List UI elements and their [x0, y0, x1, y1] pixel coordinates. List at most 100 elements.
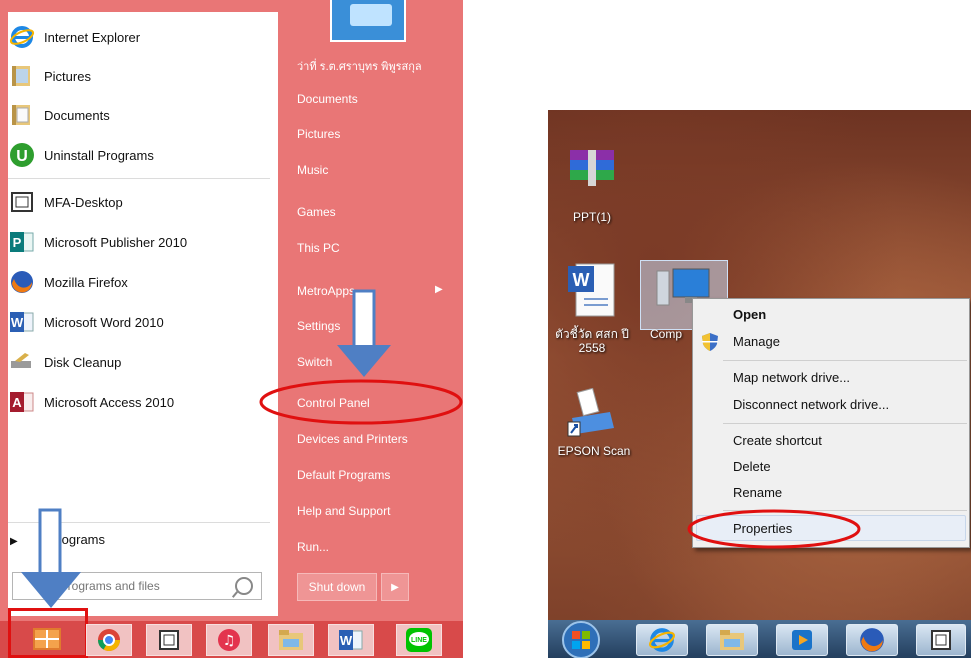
start-button[interactable]	[8, 608, 88, 658]
epson-scan-icon	[567, 387, 614, 437]
windows-orb-icon	[562, 621, 600, 659]
desktop-icon-label: EPSON Scan	[557, 444, 631, 458]
search-icon[interactable]	[235, 577, 253, 595]
start-item-label: Microsoft Access 2010	[44, 394, 175, 410]
expand-arrow-icon: ▶	[10, 536, 18, 547]
menu-item-rename[interactable]: Rename	[733, 485, 782, 500]
taskbar-mfa-desktop[interactable]	[916, 624, 966, 656]
windows-logo-icon	[33, 628, 61, 650]
taskbar-itunes[interactable]: ♫	[206, 624, 252, 656]
start-item-label: Mozilla Firefox	[44, 274, 128, 290]
svg-text:U: U	[16, 148, 28, 165]
shutdown-control: Shut down ▶	[297, 573, 409, 601]
mfa-desktop-icon	[159, 630, 179, 650]
right-item-default-programs[interactable]: Default Programs	[297, 468, 390, 482]
desktop-icon-ppt[interactable]	[564, 148, 620, 197]
start-item-label: MFA-Desktop	[44, 194, 123, 210]
user-picture[interactable]	[330, 0, 406, 42]
taskbar-file-explorer[interactable]	[268, 624, 314, 656]
right-item-this-pc[interactable]: This PC	[297, 241, 340, 255]
right-item-help-support[interactable]: Help and Support	[297, 504, 390, 518]
start-item-label: Pictures	[44, 68, 91, 84]
taskbar-word[interactable]: W	[328, 624, 374, 656]
taskbar-firefox[interactable]	[846, 624, 898, 656]
search-input[interactable]	[59, 578, 263, 594]
pictures-folder-icon	[8, 62, 36, 90]
desktop-icon-label: ตัวชี้วัด ศสก ปี 2558	[555, 327, 629, 355]
start-orb[interactable]	[558, 618, 604, 659]
desktop-icon-epson-scan[interactable]	[566, 387, 616, 445]
internet-explorer-icon	[8, 23, 36, 51]
svg-text:A: A	[12, 395, 22, 410]
menu-separator	[723, 360, 967, 361]
menu-item-disconnect-network-drive[interactable]: Disconnect network drive...	[733, 397, 889, 412]
right-item-switch[interactable]: Switch	[297, 355, 332, 369]
start-item-access[interactable]: A Microsoft Access 2010	[8, 385, 270, 419]
highlight-ellipse	[687, 509, 861, 549]
taskbar-line[interactable]: LINE	[396, 624, 442, 656]
start-item-uninstall-programs[interactable]: U Uninstall Programs	[8, 138, 270, 172]
svg-text:W: W	[11, 315, 24, 330]
down-arrow-annotation	[337, 289, 391, 377]
internet-explorer-icon	[648, 628, 676, 652]
svg-text:♫: ♫	[223, 633, 236, 649]
publisher-icon: P	[8, 228, 36, 256]
start-item-disk-cleanup[interactable]: Disk Cleanup	[8, 345, 270, 379]
start-item-label: Microsoft Publisher 2010	[44, 234, 188, 250]
taskbar-media-player[interactable]	[776, 624, 828, 656]
menu-item-open[interactable]: Open	[733, 307, 766, 322]
file-explorer-icon	[720, 630, 744, 650]
mfa-desktop-icon	[8, 188, 36, 216]
menu-item-manage[interactable]: Manage	[733, 334, 780, 349]
start-item-label: Microsoft Word 2010	[44, 314, 164, 330]
svg-text:W: W	[573, 270, 590, 290]
desktop-icon-label: Comp	[650, 327, 683, 341]
down-arrow-annotation	[21, 508, 81, 608]
start-item-mfa-desktop[interactable]: MFA-Desktop	[8, 185, 270, 219]
menu-separator	[723, 423, 967, 424]
documents-folder-icon	[8, 101, 36, 129]
file-explorer-icon	[279, 630, 303, 650]
right-item-pictures[interactable]: Pictures	[297, 127, 340, 141]
menu-item-map-network-drive[interactable]: Map network drive...	[733, 370, 850, 385]
itunes-icon: ♫	[218, 629, 240, 651]
start-item-documents[interactable]: Documents	[8, 98, 270, 132]
word-icon: W	[339, 630, 363, 650]
access-icon: A	[8, 388, 36, 416]
disk-cleanup-icon	[8, 348, 36, 376]
start-item-word[interactable]: W Microsoft Word 2010	[8, 305, 270, 339]
firefox-icon	[860, 628, 884, 652]
right-item-devices-printers[interactable]: Devices and Printers	[297, 432, 408, 446]
start-item-firefox[interactable]: Mozilla Firefox	[8, 265, 270, 299]
right-item-music[interactable]: Music	[297, 163, 328, 177]
right-item-documents[interactable]: Documents	[297, 92, 358, 106]
right-item-games[interactable]: Games	[297, 205, 336, 219]
line-app-icon: LINE	[406, 628, 432, 652]
svg-text:LINE: LINE	[411, 637, 427, 644]
start-item-internet-explorer[interactable]: Internet Explorer	[8, 20, 270, 54]
start-item-publisher[interactable]: P Microsoft Publisher 2010	[8, 225, 270, 259]
start-item-label: Disk Cleanup	[44, 354, 122, 370]
start-item-pictures[interactable]: Pictures	[8, 59, 270, 93]
user-name[interactable]: ว่าที่ ร.ต.ศราบุทร พิพูรสกุล	[297, 57, 422, 75]
shutdown-options-arrow-icon[interactable]: ▶	[381, 573, 409, 601]
taskbar-file-explorer[interactable]	[706, 624, 758, 656]
media-player-icon	[792, 630, 812, 650]
right-item-run[interactable]: Run...	[297, 540, 329, 554]
start-item-label: Uninstall Programs	[44, 147, 154, 163]
taskbar-chrome[interactable]	[86, 624, 132, 656]
winrar-archive-icon	[570, 150, 614, 186]
taskbar-internet-explorer[interactable]	[636, 624, 688, 656]
taskbar-mfa-desktop[interactable]	[146, 624, 192, 656]
menu-item-delete[interactable]: Delete	[733, 459, 771, 474]
menu-item-create-shortcut[interactable]: Create shortcut	[733, 433, 822, 448]
start-item-label: Internet Explorer	[44, 29, 141, 45]
start-menu-divider	[8, 178, 270, 179]
taskbar	[548, 620, 971, 658]
shutdown-button[interactable]: Shut down	[297, 573, 377, 601]
svg-text:P: P	[13, 235, 22, 250]
desktop-icon-word-doc[interactable]: W	[566, 262, 622, 327]
submenu-arrow-icon: ▶	[435, 284, 443, 295]
mfa-desktop-icon	[931, 630, 951, 650]
uac-shield-icon	[701, 332, 719, 357]
